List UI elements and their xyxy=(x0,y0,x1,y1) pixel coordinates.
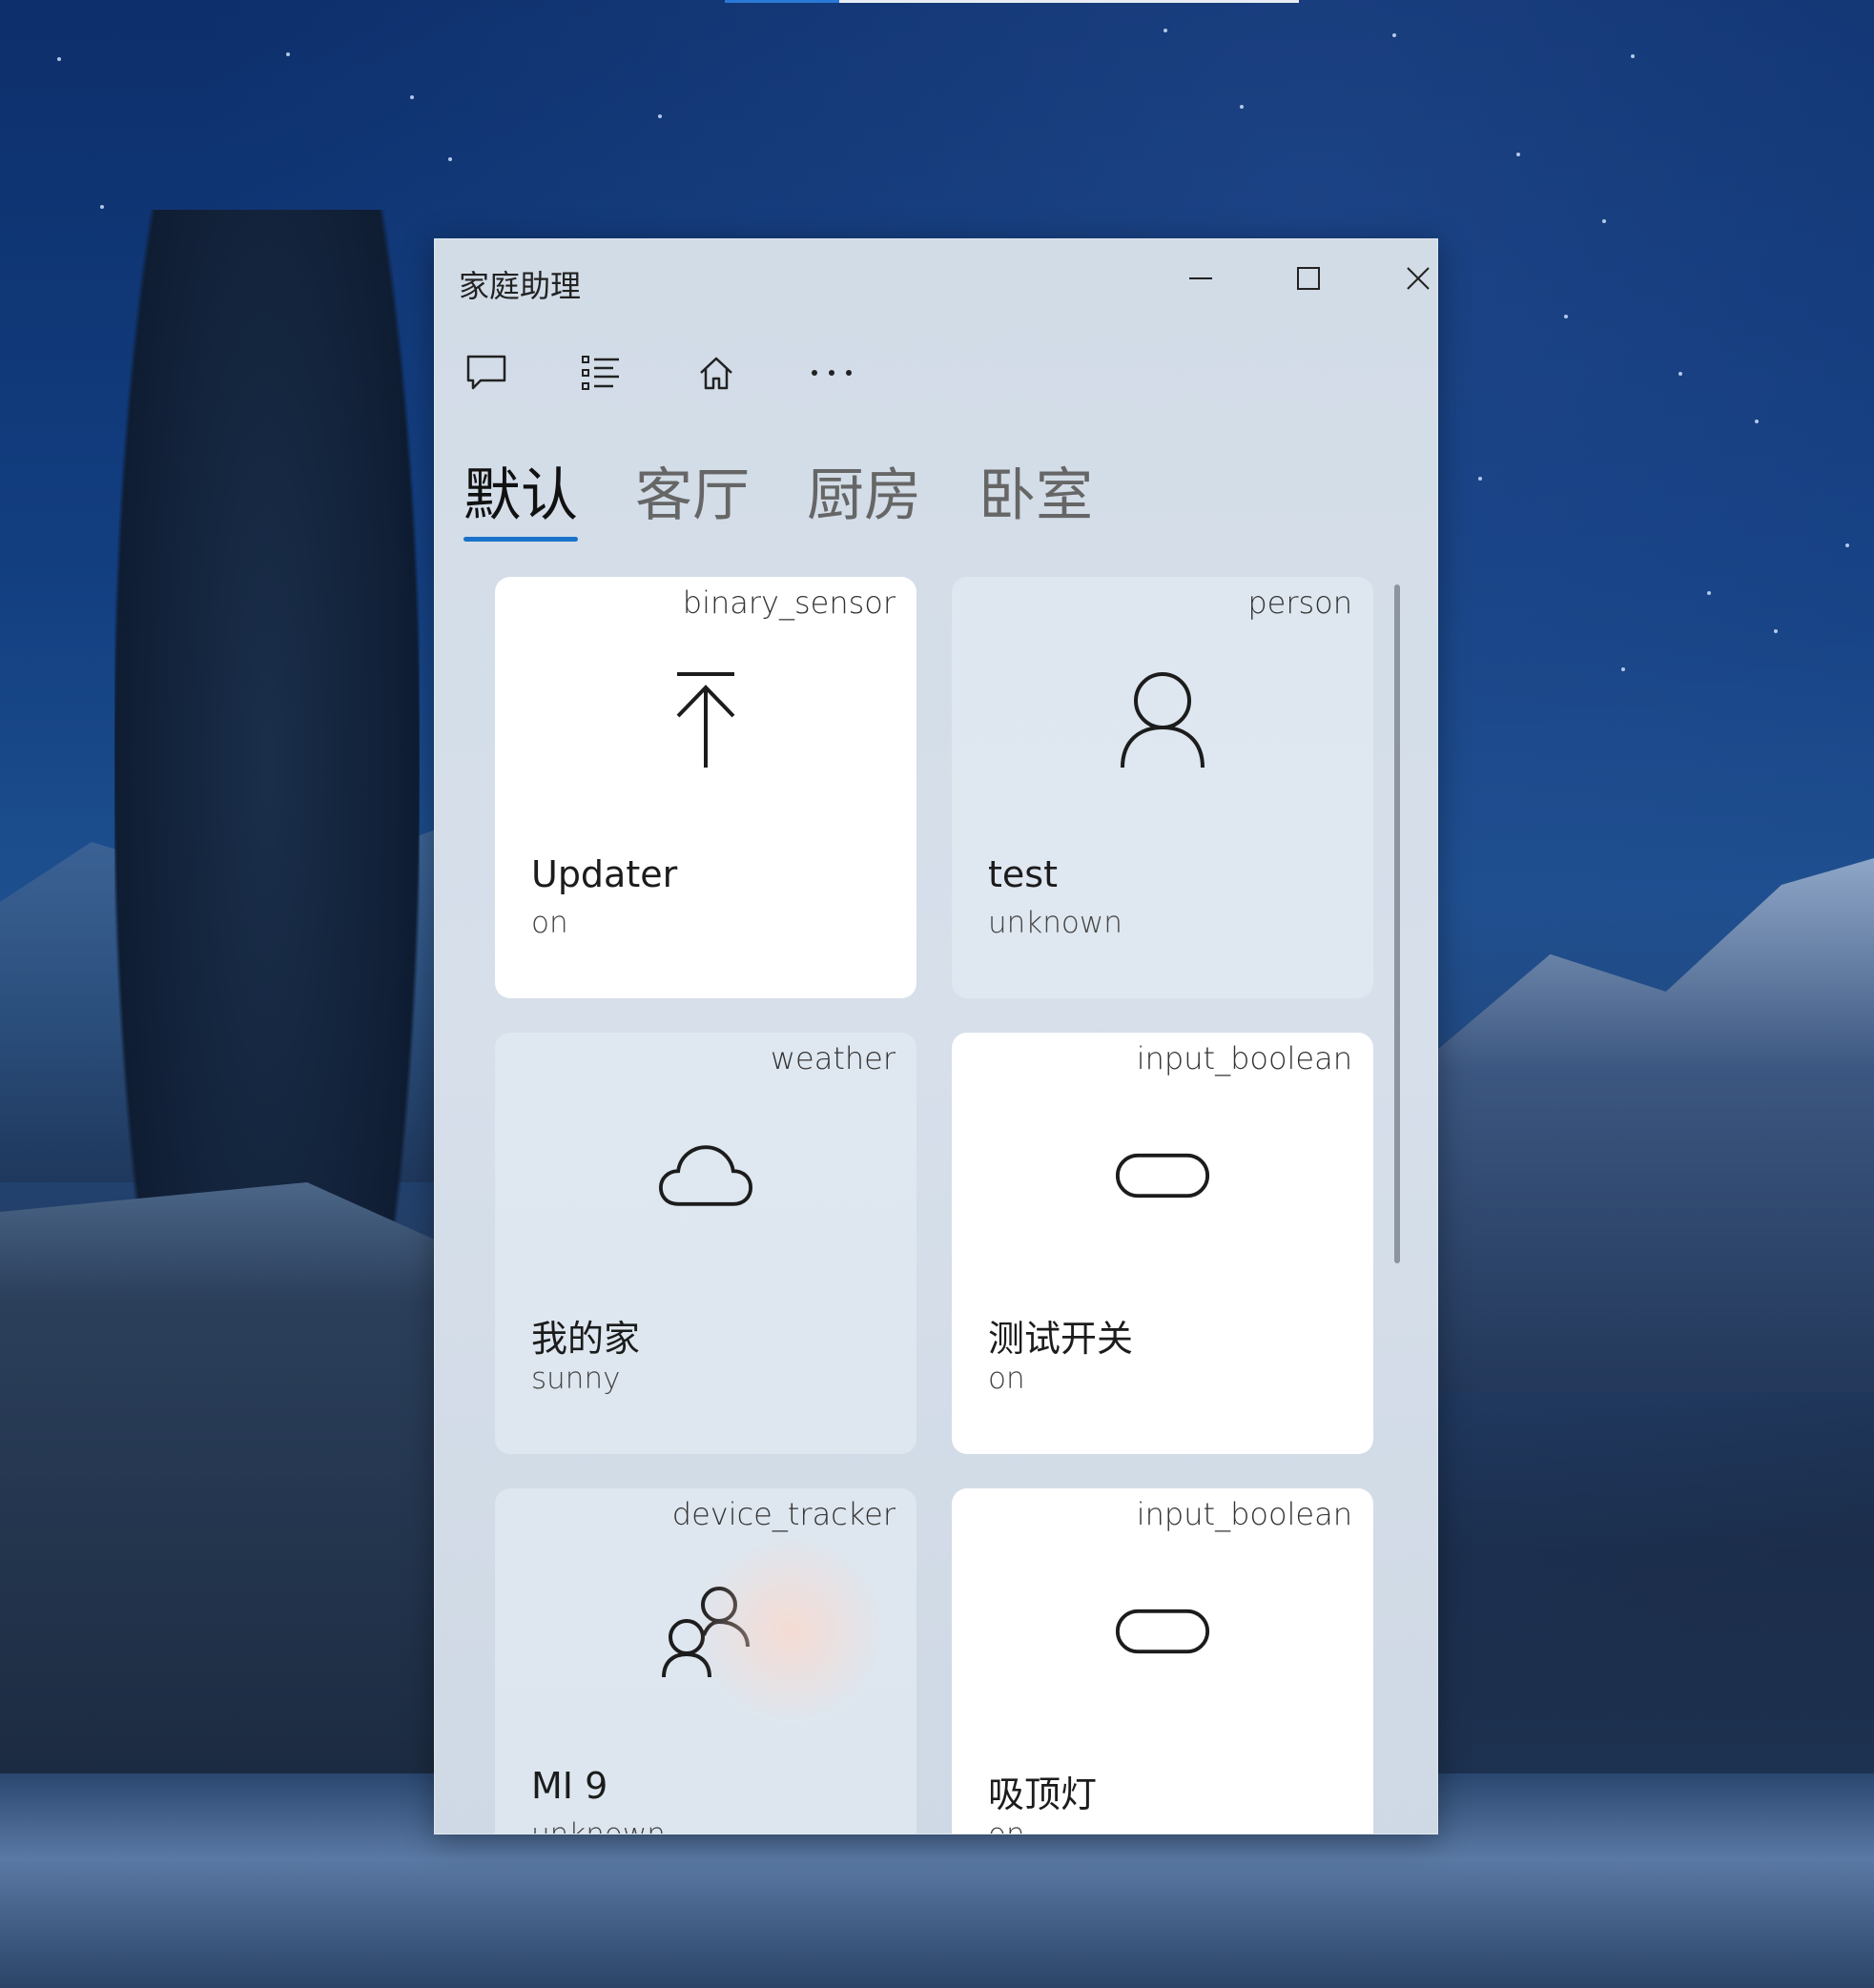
entity-card-ceiling-light[interactable]: input_boolean 吸顶灯 on xyxy=(952,1488,1373,1834)
entity-name: 吸顶灯 xyxy=(988,1773,1098,1815)
tab-default[interactable]: 默认 xyxy=(463,449,578,532)
entity-state: sunny xyxy=(531,1362,621,1396)
entity-type: input_boolean xyxy=(1136,1496,1352,1532)
entity-name: 测试开关 xyxy=(988,1318,1134,1360)
toggle-icon xyxy=(1115,1584,1210,1679)
entity-grid: binary_sensor Updater on person test unk… xyxy=(495,577,1377,1834)
close-button[interactable] xyxy=(1380,256,1437,300)
more-icon xyxy=(812,370,852,376)
minimize-icon xyxy=(1189,277,1212,279)
entity-type: binary_sensor xyxy=(682,584,896,621)
entity-name: test xyxy=(988,853,1058,895)
active-tab-indicator xyxy=(463,537,578,542)
tab-living-room[interactable]: 客厅 xyxy=(635,449,750,532)
upload-arrow-icon xyxy=(658,672,753,768)
taskbar-progress-accent xyxy=(725,0,839,3)
desktop-background: 家庭助理 默认 客厅 厨房 卧室 binary_sensor Updater o… xyxy=(0,0,1874,1988)
entity-state: unknown xyxy=(988,906,1122,940)
entity-state: on xyxy=(988,1817,1025,1834)
tab-bedroom[interactable]: 卧室 xyxy=(978,449,1093,532)
cursor-glow xyxy=(695,1535,886,1726)
entity-name: 我的家 xyxy=(531,1318,641,1360)
entity-name: Updater xyxy=(531,853,678,895)
app-window: 家庭助理 默认 客厅 厨房 卧室 binary_sensor Updater o… xyxy=(434,238,1438,1834)
tab-kitchen[interactable]: 厨房 xyxy=(807,449,921,532)
window-title: 家庭助理 xyxy=(459,268,582,304)
chat-icon xyxy=(466,355,506,390)
chat-button[interactable] xyxy=(448,335,525,411)
entity-type: person xyxy=(1247,584,1352,621)
maximize-button[interactable] xyxy=(1270,256,1347,300)
thatched-hut xyxy=(0,1182,439,1773)
more-button[interactable] xyxy=(793,335,870,411)
home-icon xyxy=(700,357,732,390)
entity-state: on xyxy=(531,906,568,940)
close-icon xyxy=(1407,267,1430,290)
mountain-right xyxy=(1411,858,1874,1392)
entity-state: unknown xyxy=(531,1817,666,1834)
title-bar[interactable]: 家庭助理 xyxy=(435,239,1437,316)
toolbar xyxy=(435,335,1437,411)
toggle-icon xyxy=(1115,1128,1210,1223)
entity-card-updater[interactable]: binary_sensor Updater on xyxy=(495,577,916,998)
person-icon xyxy=(1115,672,1210,769)
home-button[interactable] xyxy=(678,335,754,411)
entity-type: input_boolean xyxy=(1136,1040,1352,1076)
entity-type: device_tracker xyxy=(671,1496,896,1532)
list-icon xyxy=(582,356,619,390)
maximize-icon xyxy=(1297,267,1320,290)
entity-card-weather[interactable]: weather 我的家 sunny xyxy=(495,1033,916,1454)
entity-type: weather xyxy=(770,1040,896,1076)
entity-name: MI 9 xyxy=(531,1765,608,1807)
entity-card-test[interactable]: person test unknown xyxy=(952,577,1373,998)
entity-state: on xyxy=(988,1362,1025,1396)
list-button[interactable] xyxy=(563,335,639,411)
minimize-button[interactable] xyxy=(1163,256,1239,300)
taskbar-progress-track xyxy=(839,0,1299,3)
cloud-icon xyxy=(658,1128,753,1223)
entity-card-test-switch[interactable]: input_boolean 测试开关 on xyxy=(952,1033,1373,1454)
scrollbar[interactable] xyxy=(1394,584,1400,1263)
